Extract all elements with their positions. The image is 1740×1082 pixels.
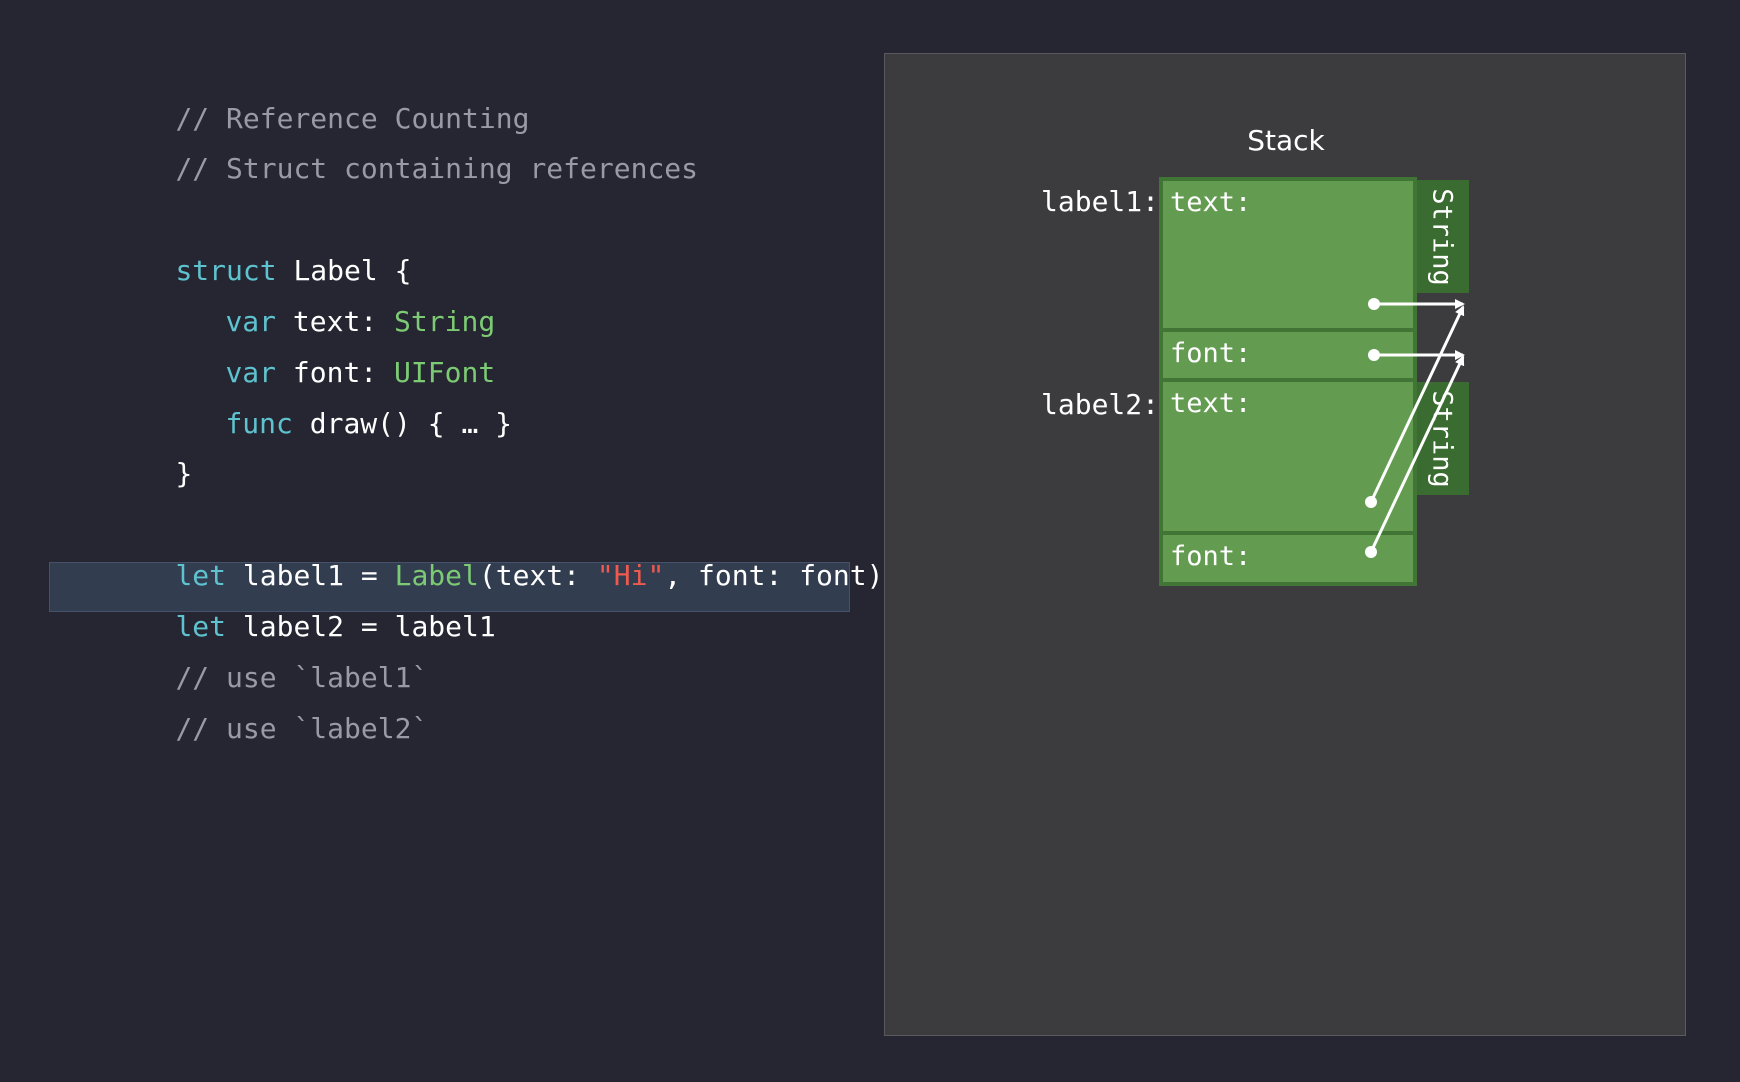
func-signature: draw() { … } (292, 407, 513, 440)
code-line-struct: struct Label { (108, 211, 411, 287)
reference-arrows (1365, 298, 1465, 558)
label1-args-start: (text: (478, 559, 597, 592)
string-literal-hi: "Hi" (596, 559, 665, 592)
code-panel: // Reference Counting // Struct containi… (0, 0, 884, 1082)
code-line-use-label1: // use `label1` (108, 618, 428, 694)
code-line-let-label2: let label2 = label1 (108, 567, 495, 643)
code-line-var-text: var text: String (158, 262, 495, 338)
code-line-use-label2: // use `label2` (108, 669, 428, 745)
close-brace: } (175, 457, 193, 490)
code-line-close-brace: } (108, 414, 192, 490)
arrow-label2-text (1365, 305, 1465, 508)
comment-text: // use `label2` (175, 712, 429, 745)
arrow-label1-text (1368, 298, 1465, 310)
code-line-func: func draw() { … } (158, 364, 512, 440)
label1-args-end: , font: font) (664, 559, 884, 592)
pointer-line (1369, 305, 1465, 503)
pointer-line (1369, 355, 1465, 553)
arrow-label2-font (1365, 355, 1465, 558)
arrow-label1-font (1368, 349, 1465, 361)
memory-diagram: Stack label1: label2: String String text… (884, 53, 1686, 1036)
code-line-comment-1: // Reference Counting (108, 59, 529, 135)
keyword-func: func (225, 407, 293, 440)
code-line-comment-2: // Struct containing references (108, 109, 698, 185)
code-line-var-font: var font: UIFont (158, 313, 495, 389)
comment-text: // Struct containing references (175, 152, 699, 185)
code-line-let-label1: let label1 = Label(text: "Hi", font: fon… (108, 516, 883, 592)
